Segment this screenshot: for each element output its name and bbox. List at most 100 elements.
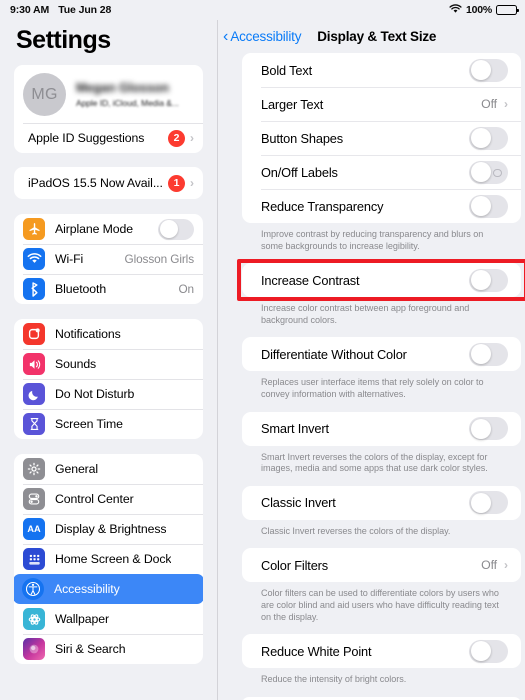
row-label: Reduce Transparency <box>261 198 384 214</box>
settings-list[interactable]: Bold Text Larger Text Off › Button Shape… <box>218 53 525 700</box>
sidebar-item-sounds[interactable]: Sounds <box>14 349 203 379</box>
battery-full-icon <box>496 5 520 15</box>
button-shapes-toggle[interactable] <box>469 126 508 150</box>
status-bar-indicators: 100% <box>449 3 520 17</box>
section-reduce-white-point: Reduce White Point <box>242 634 521 669</box>
sidebar-item-display-brightness[interactable]: AA Display & Brightness <box>14 514 203 544</box>
row-classic-invert[interactable]: Classic Invert <box>242 486 521 520</box>
bold-text-toggle[interactable] <box>469 58 508 82</box>
control-center-icon <box>23 488 45 510</box>
account-subtitle: Apple ID, iCloud, Media &... <box>76 98 179 108</box>
row-differentiate-without-color[interactable]: Differentiate Without Color <box>242 337 521 371</box>
section-text-options: Bold Text Larger Text Off › Button Shape… <box>242 53 521 223</box>
sidebar-item-do-not-disturb[interactable]: Do Not Disturb <box>14 379 203 409</box>
row-smart-invert[interactable]: Smart Invert <box>242 412 521 446</box>
display-brightness-icon: AA <box>23 518 45 540</box>
reduce-transparency-toggle[interactable] <box>469 194 508 218</box>
row-label: Differentiate Without Color <box>261 346 407 362</box>
footnote-classic-invert: Classic Invert reverses the colors of th… <box>261 525 451 536</box>
battery-percent: 100% <box>465 4 492 16</box>
detail-pane: ‹ Accessibility Display & Text Size Bold… <box>218 20 525 700</box>
footnote-transparency: Improve contrast by reducing transparenc… <box>261 229 484 251</box>
status-badge: 2 <box>168 129 185 147</box>
account-name: Megan Glosson <box>76 81 170 95</box>
section-differentiate-without-color: Differentiate Without Color <box>242 337 521 372</box>
sidebar-item-label: Home Screen & Dock <box>55 552 172 566</box>
on-off-labels-toggle[interactable] <box>469 160 508 184</box>
sidebar-item-screen-time[interactable]: Screen Time <box>14 409 203 439</box>
sidebar-item-notifications[interactable]: Notifications <box>14 319 203 349</box>
ipados-update-label: iPadOS 15.5 Now Avail... <box>28 176 163 190</box>
sidebar-item-label: Airplane Mode <box>55 222 133 236</box>
avatar: MG <box>23 73 66 116</box>
sidebar-group-alerts: Notifications Sounds Do Not Disturb Scre… <box>14 319 203 439</box>
sidebar-item-accessibility[interactable]: Accessibility <box>14 574 203 604</box>
sidebar-item-label: Control Center <box>55 492 134 506</box>
sidebar-item-label: Wallpaper <box>55 612 110 626</box>
sidebar-item-apple-id-suggestions[interactable]: Apple ID Suggestions 2 › <box>14 123 203 153</box>
row-bold-text[interactable]: Bold Text <box>242 53 521 87</box>
airplane-mode-toggle[interactable] <box>158 218 194 240</box>
wifi-network-value: Glosson Girls <box>124 252 195 266</box>
row-color-filters[interactable]: Color Filters Off › <box>242 548 521 582</box>
status-bar-time: 9:30 AM <box>10 4 50 16</box>
sidebar-item-bluetooth[interactable]: Bluetooth On <box>14 274 203 304</box>
footnote-differentiate: Replaces user interface items that rely … <box>261 377 484 399</box>
row-label: Bold Text <box>261 62 313 78</box>
row-larger-text[interactable]: Larger Text Off › <box>242 87 521 121</box>
sidebar-item-home-screen-dock[interactable]: Home Screen & Dock <box>14 544 203 574</box>
navigation-bar: ‹ Accessibility Display & Text Size <box>218 20 525 53</box>
increase-contrast-toggle[interactable] <box>469 268 508 292</box>
sidebar-item-airplane-mode[interactable]: Airplane Mode <box>14 214 203 244</box>
sidebar-item-label: Do Not Disturb <box>55 387 135 401</box>
bluetooth-state-value: On <box>178 282 194 296</box>
section-increase-contrast: Increase Contrast <box>242 263 521 298</box>
section-classic-invert: Classic Invert <box>242 485 521 520</box>
sidebar-item-wifi[interactable]: Wi-Fi Glosson Girls <box>14 244 203 274</box>
reduce-white-point-toggle[interactable] <box>469 639 508 663</box>
row-label: Classic Invert <box>261 495 336 511</box>
page-title: Settings <box>16 26 111 54</box>
smart-invert-toggle[interactable] <box>469 417 508 441</box>
sidebar-item-general[interactable]: General <box>14 454 203 484</box>
status-bar-date: Tue Jun 28 <box>58 4 112 16</box>
row-reduce-white-point[interactable]: Reduce White Point <box>242 634 521 668</box>
section-color-filters: Color Filters Off › <box>242 548 521 583</box>
row-on-off-labels[interactable]: On/Off Labels <box>242 155 521 189</box>
notifications-icon <box>23 323 45 345</box>
account-card: MG Megan Glosson Apple ID, iCloud, Media… <box>14 65 203 153</box>
status-bar: 9:30 AM Tue Jun 28 100% <box>0 0 525 20</box>
nav-title: Display & Text Size <box>317 29 437 44</box>
row-label: On/Off Labels <box>261 164 338 180</box>
row-label: Color Filters <box>261 557 329 573</box>
footnote-increase-contrast: Increase color contrast between app fore… <box>261 303 470 325</box>
sidebar-item-ipados-update[interactable]: iPadOS 15.5 Now Avail... 1 › <box>14 167 203 199</box>
sidebar-item-label: Screen Time <box>55 417 123 431</box>
apple-id-account-row[interactable]: MG Megan Glosson Apple ID, iCloud, Media… <box>14 65 203 123</box>
classic-invert-toggle[interactable] <box>469 491 508 515</box>
sidebar-item-label: Sounds <box>55 357 97 371</box>
row-reduce-transparency[interactable]: Reduce Transparency <box>242 189 521 223</box>
status-badge: 1 <box>168 174 185 192</box>
settings-sidebar[interactable]: Settings MG Megan Glosson Apple ID, iClo… <box>0 20 218 700</box>
gear-icon <box>23 458 45 480</box>
sidebar-group-connectivity: Airplane Mode Wi-Fi Glosson Girls Blueto… <box>14 214 203 304</box>
differentiate-without-color-toggle[interactable] <box>469 342 508 366</box>
sidebar-item-label: Notifications <box>55 327 121 341</box>
sidebar-item-label: Accessibility <box>54 582 120 596</box>
wifi-icon <box>23 248 45 270</box>
row-increase-contrast[interactable]: Increase Contrast <box>242 263 521 297</box>
row-button-shapes[interactable]: Button Shapes <box>242 121 521 155</box>
sidebar-item-control-center[interactable]: Control Center <box>14 484 203 514</box>
speaker-icon <box>23 353 45 375</box>
split-view: Settings MG Megan Glosson Apple ID, iClo… <box>0 20 525 700</box>
back-button-label: Accessibility <box>230 29 302 44</box>
sidebar-item-siri-search[interactable]: Siri & Search <box>14 634 203 664</box>
back-button[interactable]: ‹ Accessibility <box>223 28 302 45</box>
chevron-right-icon: › <box>504 97 508 111</box>
larger-text-value: Off <box>481 97 497 111</box>
bluetooth-icon <box>23 278 45 300</box>
accessibility-icon <box>22 578 44 600</box>
sidebar-item-wallpaper[interactable]: Wallpaper <box>14 604 203 634</box>
row-label: Larger Text <box>261 96 324 112</box>
